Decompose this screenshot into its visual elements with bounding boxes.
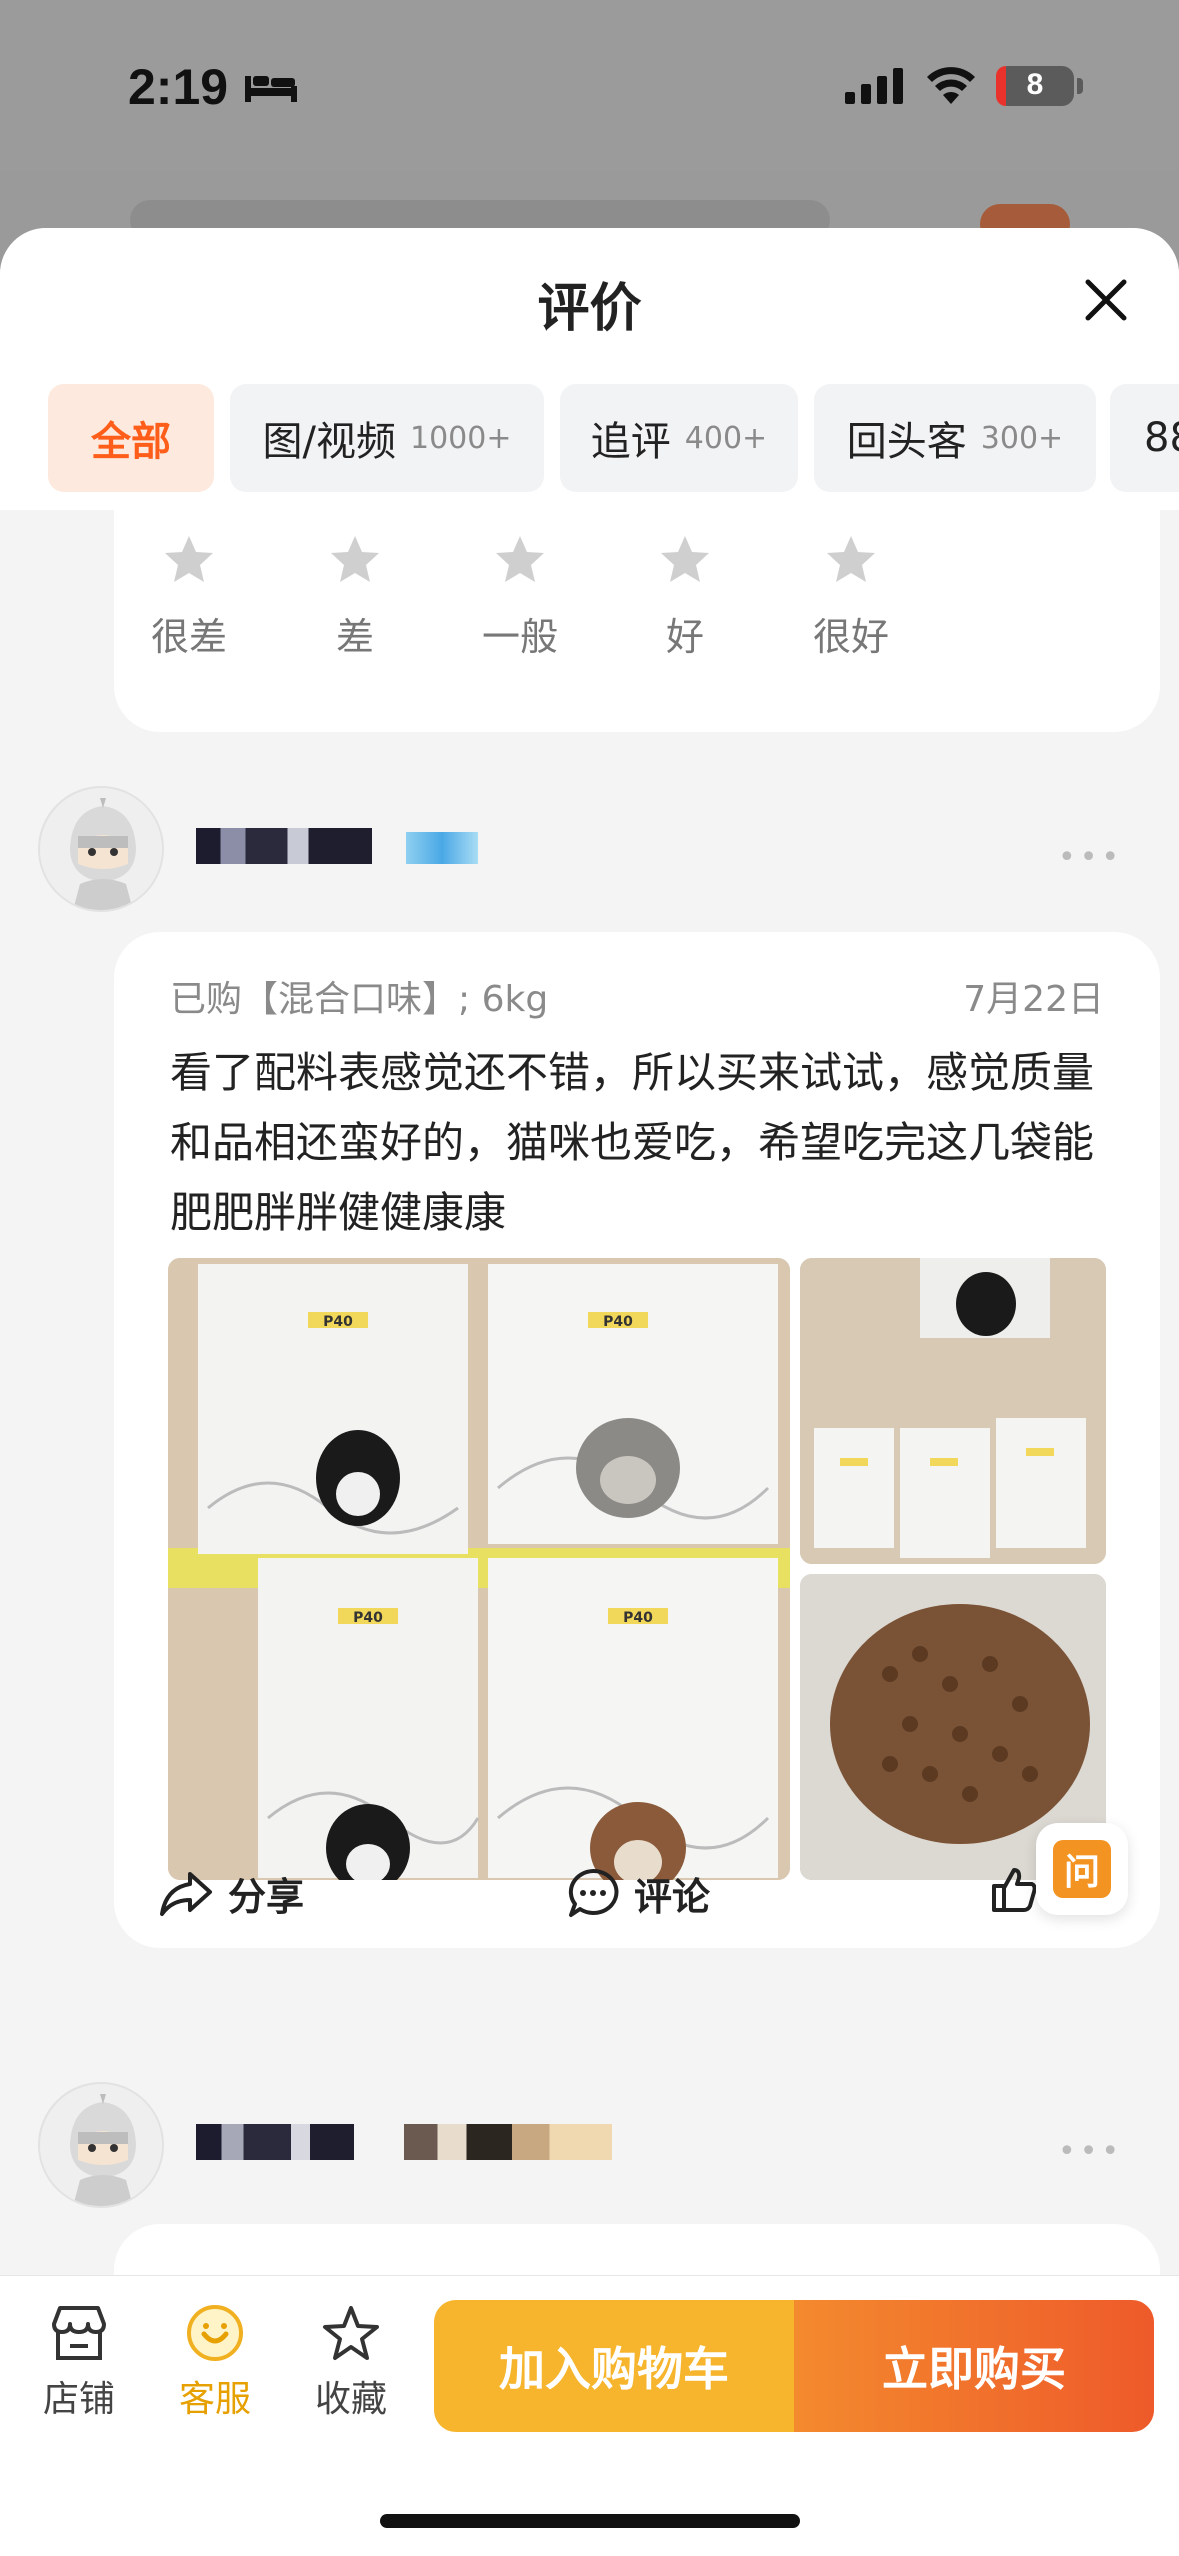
filter-chip-returning[interactable]: 回头客 300+	[814, 384, 1096, 492]
filter-chip-media[interactable]: 图/视频 1000+	[230, 384, 544, 492]
status-bar: 2:19 8	[0, 0, 1179, 170]
home-indicator	[380, 2514, 800, 2528]
avatar-illustration	[40, 2084, 162, 2206]
bed-icon	[245, 76, 297, 102]
bag-label: P40	[603, 1314, 633, 1330]
review-photo-2[interactable]	[800, 1258, 1106, 1564]
share-icon	[160, 1871, 212, 1916]
avatar-illustration	[40, 788, 162, 910]
battery-level: 8	[1026, 68, 1044, 101]
filter-chip-follow-up[interactable]: 追评 400+	[560, 384, 798, 492]
signal-icon	[845, 68, 903, 104]
customer-service-icon	[187, 2305, 243, 2361]
sheet-header: 评价 全部 图/视频 1000+ 追评 400+ 回头客 300+ 88	[0, 228, 1179, 510]
buy-now-button[interactable]: 立即购买	[794, 2300, 1154, 2432]
ask-label: 问	[1053, 1840, 1111, 1898]
comment-icon	[568, 1868, 619, 1917]
more-icon[interactable]: •••	[1058, 2134, 1123, 2169]
status-time: 2:19	[128, 59, 229, 115]
cat-food-packs-photo	[800, 1258, 1106, 1564]
purchase-spec: 已购【混合口味】; 6kg	[170, 979, 549, 1020]
star-icon	[165, 536, 213, 582]
star-icon	[661, 536, 709, 582]
store-icon	[52, 2306, 106, 2360]
share-button[interactable]: 分享	[158, 1866, 304, 1921]
bag-label: P40	[623, 1610, 653, 1626]
add-to-cart-button[interactable]: 加入购物车	[434, 2300, 794, 2432]
favorite-star-icon	[323, 2306, 379, 2360]
bag-label: P40	[353, 1610, 383, 1626]
review-card: 已购【混合口味】; 6kg 7月22日 看了配料表感觉还不错，所以买来试试，感觉…	[114, 932, 1160, 1948]
customer-service-button[interactable]: 客服	[160, 2304, 270, 2422]
star-icon	[496, 536, 544, 582]
close-icon[interactable]	[1078, 272, 1134, 328]
review-date: 7月22日	[963, 979, 1104, 1020]
user-badge-masked	[406, 832, 478, 864]
rating-selector: 很差 差 一般 好 很好	[114, 510, 1160, 732]
filter-chip-more[interactable]: 88	[1110, 384, 1179, 492]
avatar[interactable]	[38, 2082, 164, 2208]
star-icon	[827, 536, 875, 582]
filter-chip-all[interactable]: 全部	[48, 384, 214, 492]
review-sheet: 评价 全部 图/视频 1000+ 追评 400+ 回头客 300+ 88	[0, 228, 1179, 2556]
username-masked	[196, 828, 372, 864]
user-badge-masked	[404, 2124, 612, 2160]
wifi-icon	[927, 67, 975, 104]
more-icon[interactable]: •••	[1058, 840, 1123, 875]
username-masked	[196, 2124, 354, 2160]
sheet-title: 评价	[537, 279, 642, 339]
comment-button[interactable]: 评论	[566, 1866, 710, 1921]
favorite-button[interactable]: 收藏	[296, 2304, 406, 2422]
star-icon	[331, 536, 379, 582]
rating-option-average[interactable]: 一般	[455, 532, 585, 661]
review-text: 看了配料表感觉还不错，所以买来试试，感觉质量和品相还蛮好的，猫咪也爱吃，希望吃完…	[170, 1048, 1095, 1237]
filter-tabs: 全部 图/视频 1000+ 追评 400+ 回头客 300+ 88	[0, 384, 1179, 492]
review-photo-main[interactable]: P40 P40 P40 P40	[168, 1258, 790, 1880]
bag-label: P40	[323, 1314, 353, 1330]
battery-indicator: 8	[996, 66, 1074, 106]
ask-button[interactable]: 问	[1036, 1823, 1128, 1915]
rating-option-very-bad[interactable]: 很差	[124, 532, 254, 661]
avatar[interactable]	[38, 786, 164, 912]
rating-option-good[interactable]: 好	[620, 532, 750, 661]
rating-option-very-good[interactable]: 很好	[786, 532, 916, 661]
rating-option-bad[interactable]: 差	[290, 532, 420, 661]
store-button[interactable]: 店铺	[24, 2304, 134, 2422]
thumbs-up-icon	[992, 1868, 1037, 1912]
cat-food-bags-photo: P40 P40 P40 P40	[168, 1258, 790, 1880]
